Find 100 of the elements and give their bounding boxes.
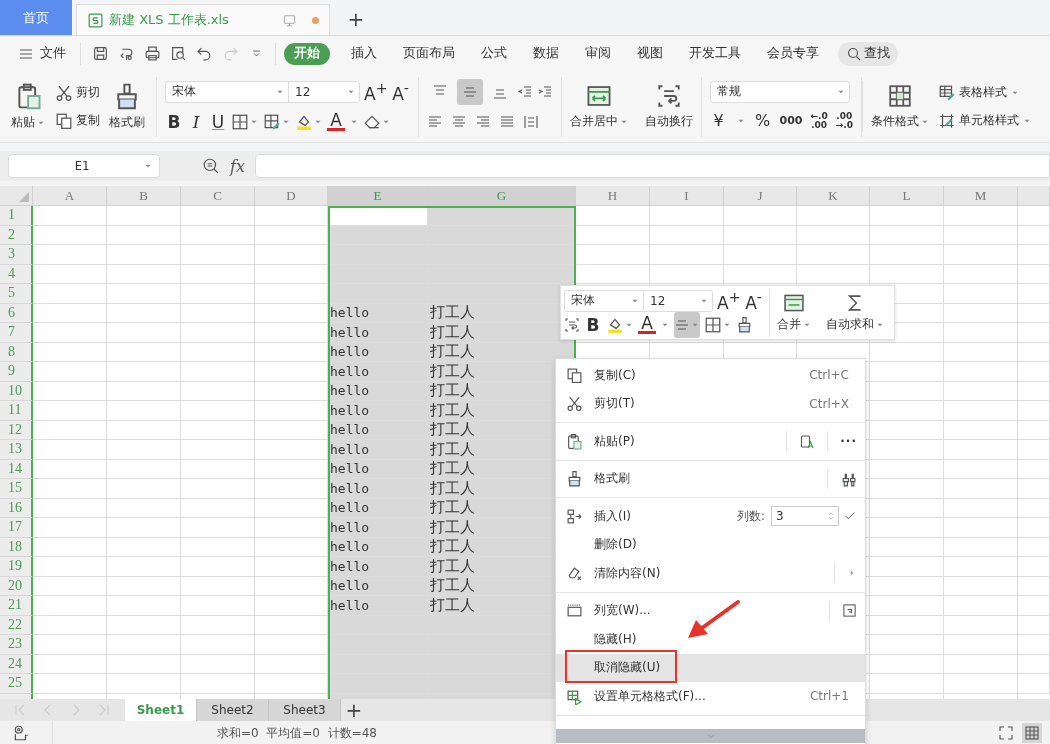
align-left-icon[interactable] bbox=[426, 113, 443, 130]
font-color-button[interactable]: A bbox=[327, 112, 345, 131]
bold-button[interactable]: B bbox=[584, 313, 602, 336]
bold-button[interactable]: B bbox=[165, 110, 183, 133]
new-tab-button[interactable]: + bbox=[336, 3, 376, 35]
ribbon-tab[interactable]: 页面布局 bbox=[392, 42, 466, 65]
increase-font-button[interactable]: A$^{+}$ bbox=[364, 80, 388, 103]
insert-icon bbox=[565, 507, 583, 525]
column-header[interactable]: B bbox=[107, 186, 181, 206]
ribbon-tab[interactable]: 会员专享 bbox=[756, 42, 830, 65]
table-cell bbox=[1018, 245, 1050, 265]
table-cell bbox=[1018, 674, 1050, 694]
ribbon-tab[interactable]: 公式 bbox=[470, 42, 518, 65]
ribbon-tab[interactable]: 视图 bbox=[626, 42, 674, 65]
zoom-icon[interactable] bbox=[202, 157, 220, 175]
font-select[interactable]: 宋体 bbox=[165, 80, 289, 103]
underline-button[interactable]: U bbox=[209, 110, 227, 133]
column-header[interactable]: J bbox=[724, 186, 797, 206]
table-cell bbox=[1018, 362, 1050, 382]
copy-icon bbox=[55, 111, 73, 130]
ribbon-tab[interactable]: 审阅 bbox=[574, 42, 622, 65]
sheet-tab[interactable]: Sheet2 bbox=[197, 699, 269, 721]
increase-font-button[interactable]: A$^{+}$ bbox=[717, 289, 741, 312]
font-size-select[interactable]: 12 bbox=[288, 80, 360, 103]
table-cell bbox=[1018, 323, 1050, 343]
cell-style-icon bbox=[937, 111, 956, 130]
currency-button[interactable]: ¥ bbox=[709, 109, 728, 132]
fullscreen-icon[interactable] bbox=[998, 725, 1014, 741]
ribbon-tab[interactable]: 插入 bbox=[340, 42, 388, 65]
column-header[interactable]: C bbox=[181, 186, 255, 206]
pattern-fill-icon[interactable] bbox=[263, 112, 281, 131]
decrease-font-button[interactable]: A$^{-}$ bbox=[744, 289, 763, 312]
table-cell bbox=[1018, 381, 1050, 401]
column-header[interactable]: I bbox=[650, 186, 724, 206]
number-format-select[interactable]: 常规 bbox=[709, 80, 850, 103]
conditional-format-button[interactable]: 条件格式 bbox=[861, 81, 938, 132]
decrease-indent-icon[interactable] bbox=[516, 83, 533, 100]
paste-button[interactable]: 粘贴 bbox=[8, 80, 49, 133]
table-cell bbox=[1018, 498, 1050, 518]
font-color-button[interactable]: A bbox=[638, 315, 656, 334]
select-all-icon[interactable] bbox=[19, 192, 29, 202]
increase-decimal-button[interactable]: ←.0 .00 bbox=[810, 111, 828, 130]
file-menu[interactable]: 文件 bbox=[12, 40, 72, 67]
font-select[interactable]: 宋体 bbox=[564, 289, 644, 312]
ribbon-tab[interactable]: 数据 bbox=[522, 42, 570, 65]
merge-center-button[interactable]: 合并居中 bbox=[561, 81, 637, 132]
format-painter-icon[interactable] bbox=[736, 316, 753, 333]
column-header[interactable]: M bbox=[944, 186, 1018, 206]
align-middle-button[interactable] bbox=[456, 78, 483, 105]
border-icon[interactable] bbox=[231, 112, 249, 131]
dialog-icon[interactable] bbox=[842, 603, 857, 619]
distributed-align-icon[interactable] bbox=[522, 113, 539, 130]
align-center-icon[interactable] bbox=[450, 113, 467, 130]
decrease-font-button[interactable]: A$^{-}$ bbox=[391, 80, 410, 103]
paste-special-icon[interactable] bbox=[799, 433, 816, 450]
name-box[interactable]: E1 bbox=[8, 154, 160, 178]
table-cell bbox=[1018, 596, 1050, 616]
menu-item[interactable]: 设置单元格格式(F)... Ctrl+1 bbox=[556, 682, 865, 711]
percent-button[interactable]: % bbox=[753, 109, 772, 132]
grid-view-button[interactable] bbox=[1022, 723, 1042, 743]
italic-button[interactable]: I bbox=[187, 110, 205, 133]
align-right-icon[interactable] bbox=[474, 113, 491, 130]
column-header[interactable]: H bbox=[576, 186, 650, 206]
column-header[interactable]: D bbox=[255, 186, 328, 206]
ribbon-tab[interactable]: 开发工具 bbox=[678, 42, 752, 65]
column-header[interactable]: L bbox=[870, 186, 944, 206]
menu-item[interactable]: 取消隐藏(U) bbox=[556, 653, 865, 682]
table-cell bbox=[1018, 420, 1050, 440]
copy-button[interactable]: 复制 bbox=[55, 109, 100, 132]
column-header[interactable]: K bbox=[797, 186, 870, 206]
menu-item[interactable]: 隐藏(H) bbox=[556, 625, 865, 654]
table-cell: hello bbox=[328, 401, 428, 421]
grid-view-icon bbox=[1024, 725, 1040, 741]
merge-button[interactable]: 合并 bbox=[769, 292, 819, 333]
thousands-button[interactable]: 000 bbox=[779, 109, 803, 132]
increase-indent-icon[interactable] bbox=[536, 83, 553, 100]
justify-icon[interactable] bbox=[498, 113, 515, 130]
font-size-select[interactable]: 12 bbox=[643, 289, 713, 312]
document-tab[interactable]: 新建 XLS 工作表.xls bbox=[76, 4, 330, 35]
border-icon[interactable] bbox=[704, 315, 722, 334]
column-count-field[interactable]: 3 bbox=[771, 506, 839, 527]
function-label[interactable]: fx bbox=[230, 156, 245, 176]
autosum-button[interactable]: 自动求和 bbox=[818, 292, 892, 333]
more-options[interactable]: ··· bbox=[840, 434, 857, 449]
format-painter-button[interactable]: 格式刷 bbox=[106, 80, 148, 133]
table-cell bbox=[1018, 557, 1050, 577]
cell-style-button[interactable]: 单元格样式 bbox=[937, 109, 1032, 132]
sheet-tab[interactable]: Sheet3 bbox=[269, 699, 341, 721]
wrap-icon[interactable] bbox=[564, 316, 580, 333]
cut-button[interactable]: 剪切 bbox=[55, 81, 100, 104]
table-style-button[interactable]: 表格样式 bbox=[937, 81, 1032, 104]
add-sheet-button[interactable]: + bbox=[341, 698, 367, 722]
search-button[interactable]: 查找 bbox=[838, 41, 898, 66]
formula-input[interactable] bbox=[254, 154, 1050, 178]
column-header[interactable]: A bbox=[33, 186, 107, 206]
sheet-tab[interactable]: Sheet1 bbox=[125, 699, 197, 721]
merge-icon bbox=[586, 83, 612, 109]
wrap-text-button[interactable]: 自动换行 bbox=[636, 81, 701, 132]
decrease-decimal-button[interactable]: .00 →.0 bbox=[835, 111, 853, 130]
spinner-icon bbox=[826, 511, 836, 522]
